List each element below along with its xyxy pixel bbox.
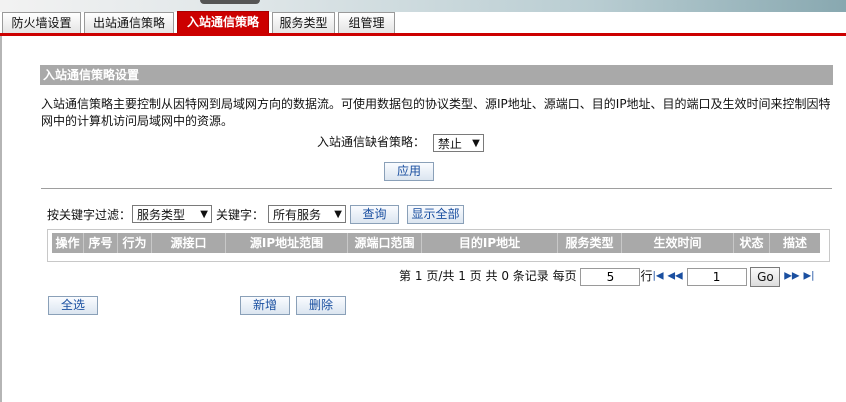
section-description: 入站通信策略主要控制从因特网到局域网方向的数据流。可使用数据包的协议类型、源IP… (41, 97, 831, 128)
col-dest-ip: 目的IP地址 (422, 233, 558, 253)
col-description: 描述 (782, 236, 807, 250)
apply-button[interactable]: 应用 (384, 162, 434, 181)
col-status: 状态 (734, 233, 770, 253)
col-operation: 操作 (52, 233, 84, 253)
chevron-down-icon: ▼ (472, 137, 480, 149)
col-source-port-range: 源端口范围 (348, 233, 422, 253)
default-policy-row: 入站通信缺省策略： 禁止 ▼ (317, 132, 484, 152)
tab-service-type[interactable]: 服务类型 (272, 12, 335, 33)
tab-group-management[interactable]: 组管理 (338, 12, 395, 33)
filter-label: 按关键字过滤： (47, 208, 132, 222)
query-button[interactable]: 查询 (350, 205, 399, 224)
chevron-down-icon: ▼ (334, 209, 342, 220)
divider (41, 188, 832, 189)
add-button[interactable]: 新增 (240, 296, 290, 315)
pagination: 第 1 页/共 1 页 共 0 条记录 每页 行|◀ ◀◀ Go ▶▶ ▶| (399, 266, 815, 287)
total-records: 0 (501, 269, 509, 283)
section-title: 入站通信策略设置 (40, 65, 833, 85)
page-label: 第 (399, 269, 412, 283)
total-pages: 1 (458, 269, 466, 283)
tab-outbound-policy[interactable]: 出站通信策略 (84, 12, 174, 33)
current-page: 1 (414, 269, 423, 283)
col-source-interface: 源接口 (152, 233, 226, 253)
first-page-icon[interactable]: |◀ (652, 271, 663, 282)
keyword-label: 关键字： (216, 208, 265, 222)
next-page-icon[interactable]: ▶▶ (784, 271, 799, 282)
go-button[interactable]: Go (750, 266, 781, 287)
default-policy-value: 禁止 (437, 136, 462, 151)
page-unit: 页/共 (426, 269, 455, 283)
goto-page-input[interactable] (686, 267, 747, 286)
keyword-select[interactable]: 所有服务 ▼ (268, 205, 346, 223)
tab-bar: 防火墙设置 出站通信策略 入站通信策略 服务类型 组管理 (0, 11, 846, 34)
chevron-down-icon: ▼ (200, 209, 208, 220)
default-policy-select[interactable]: 禁止 ▼ (432, 133, 484, 152)
per-page-input[interactable] (580, 267, 641, 286)
tab-underline (0, 33, 846, 36)
col-source-ip-range: 源IP地址范围 (226, 233, 348, 253)
filter-field-value: 服务类型 (137, 208, 186, 222)
show-all-button[interactable]: 显示全部 (407, 205, 464, 224)
delete-button[interactable]: 删除 (296, 296, 346, 315)
col-service-type: 服务类型 (558, 233, 622, 253)
keyword-value: 所有服务 (273, 208, 322, 222)
left-border (0, 36, 2, 402)
col-effective-time: 生效时间 (622, 233, 734, 253)
policy-table: 操作 序号 行为 源接口 源IP地址范围 源端口范围 目的IP地址 服务类型 生… (47, 229, 830, 262)
total-unit: 页 共 (469, 269, 498, 283)
table-header: 操作 序号 行为 源接口 源IP地址范围 源端口范围 目的IP地址 服务类型 生… (52, 233, 820, 253)
logo-swoosh (200, 0, 260, 4)
last-page-icon[interactable]: ▶| (803, 271, 814, 282)
tab-inbound-policy[interactable]: 入站通信策略 (177, 11, 269, 34)
row-unit: 行 (640, 269, 653, 283)
default-policy-label: 入站通信缺省策略： (317, 135, 426, 149)
records-unit: 条记录 每页 (512, 269, 577, 283)
select-all-button[interactable]: 全选 (48, 296, 98, 315)
col-action: 行为 (118, 233, 152, 253)
filter-field-select[interactable]: 服务类型 ▼ (132, 205, 212, 223)
top-banner (0, 0, 846, 12)
prev-page-icon[interactable]: ◀◀ (667, 271, 682, 282)
col-index: 序号 (84, 233, 118, 253)
tab-firewall-settings[interactable]: 防火墙设置 (2, 12, 81, 33)
